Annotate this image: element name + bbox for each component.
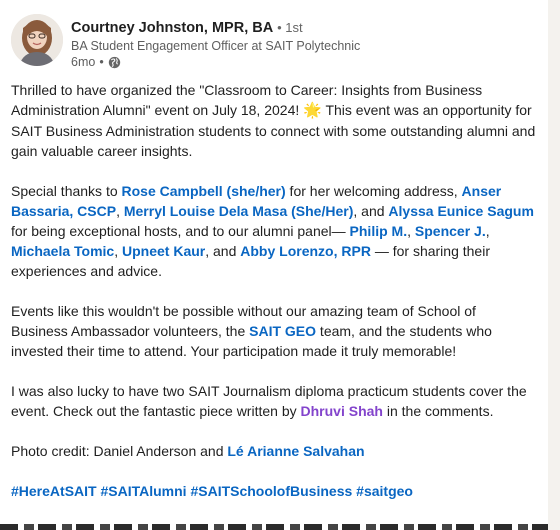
paragraph-photo-credit: Photo credit: Daniel Anderson and Lé Ari… [11, 441, 536, 461]
avatar[interactable] [11, 14, 63, 66]
mention-link[interactable]: Alyssa Eunice Sagum [388, 203, 534, 219]
post-card: Courtney Johnston, MPR, BA • 1st BA Stud… [0, 0, 549, 530]
mention-link[interactable]: SAIT GEO [249, 323, 316, 339]
author-name[interactable]: Courtney Johnston, MPR, BA [71, 20, 273, 36]
globe-icon [108, 56, 121, 69]
mention-link[interactable]: Lé Arianne Salvahan [227, 443, 364, 459]
avatar-image [11, 14, 63, 66]
connection-degree: 1st [285, 20, 303, 35]
paragraph-volunteers: Events like this wouldn't be possible wi… [11, 301, 536, 361]
mention-link[interactable]: Michaela Tomic [11, 243, 114, 259]
mention-link[interactable]: Merryl Louise Dela Masa (She/Her) [124, 203, 354, 219]
star-emoji: 🌟 [303, 102, 322, 119]
mention-link[interactable]: Upneet Kaur [122, 243, 205, 259]
hashtag-link[interactable]: #SAITSchoolofBusiness [190, 483, 352, 499]
hashtag-link[interactable]: #SAITAlumni [100, 483, 186, 499]
text-run: , [116, 203, 124, 219]
paragraph-journalism: I was also lucky to have two SAIT Journa… [11, 381, 536, 421]
text-run: for being exceptional hosts, and to our … [11, 223, 350, 239]
text-run: , [114, 243, 122, 259]
mention-link[interactable]: Philip M. [350, 223, 408, 239]
hashtag-line: #HereAtSAIT #SAITAlumni #SAITSchoolofBus… [11, 481, 536, 501]
mention-link[interactable]: Spencer J. [415, 223, 486, 239]
text-run: , and [353, 203, 389, 219]
mention-link[interactable]: Dhruvi Shah [301, 403, 383, 419]
text-run: for her welcoming address, [285, 183, 462, 199]
paragraph-intro: Thrilled to have organized the "Classroo… [11, 80, 536, 161]
post-meta: 6mo • [71, 55, 121, 69]
text-run: , [407, 223, 415, 239]
paragraph-thanks: Special thanks to Rose Campbell (she/her… [11, 181, 536, 281]
author-headline: BA Student Engagement Officer at SAIT Po… [71, 39, 361, 53]
text-run: in the comments. [382, 403, 494, 419]
mention-link[interactable]: Rose Campbell (she/her) [122, 183, 286, 199]
attached-image-preview[interactable] [0, 524, 548, 530]
hashtag-link[interactable]: #HereAtSAIT [11, 483, 97, 499]
hashtag-link[interactable]: #saitgeo [356, 483, 413, 499]
meta-separator: • [99, 55, 104, 69]
text-run: , and [205, 243, 241, 259]
post-age: 6mo [71, 55, 96, 69]
post-header: Courtney Johnston, MPR, BA • 1st BA Stud… [11, 14, 538, 74]
mention-link[interactable]: Abby Lorenzo, RPR [240, 243, 371, 259]
text-run: Special thanks to [11, 183, 122, 199]
author-name-line: Courtney Johnston, MPR, BA • 1st [71, 19, 303, 36]
text-run: Photo credit: Daniel Anderson and [11, 443, 228, 459]
post-body: Thrilled to have organized the "Classroo… [11, 80, 536, 521]
page-background [548, 0, 560, 530]
text-run: , [485, 223, 490, 239]
